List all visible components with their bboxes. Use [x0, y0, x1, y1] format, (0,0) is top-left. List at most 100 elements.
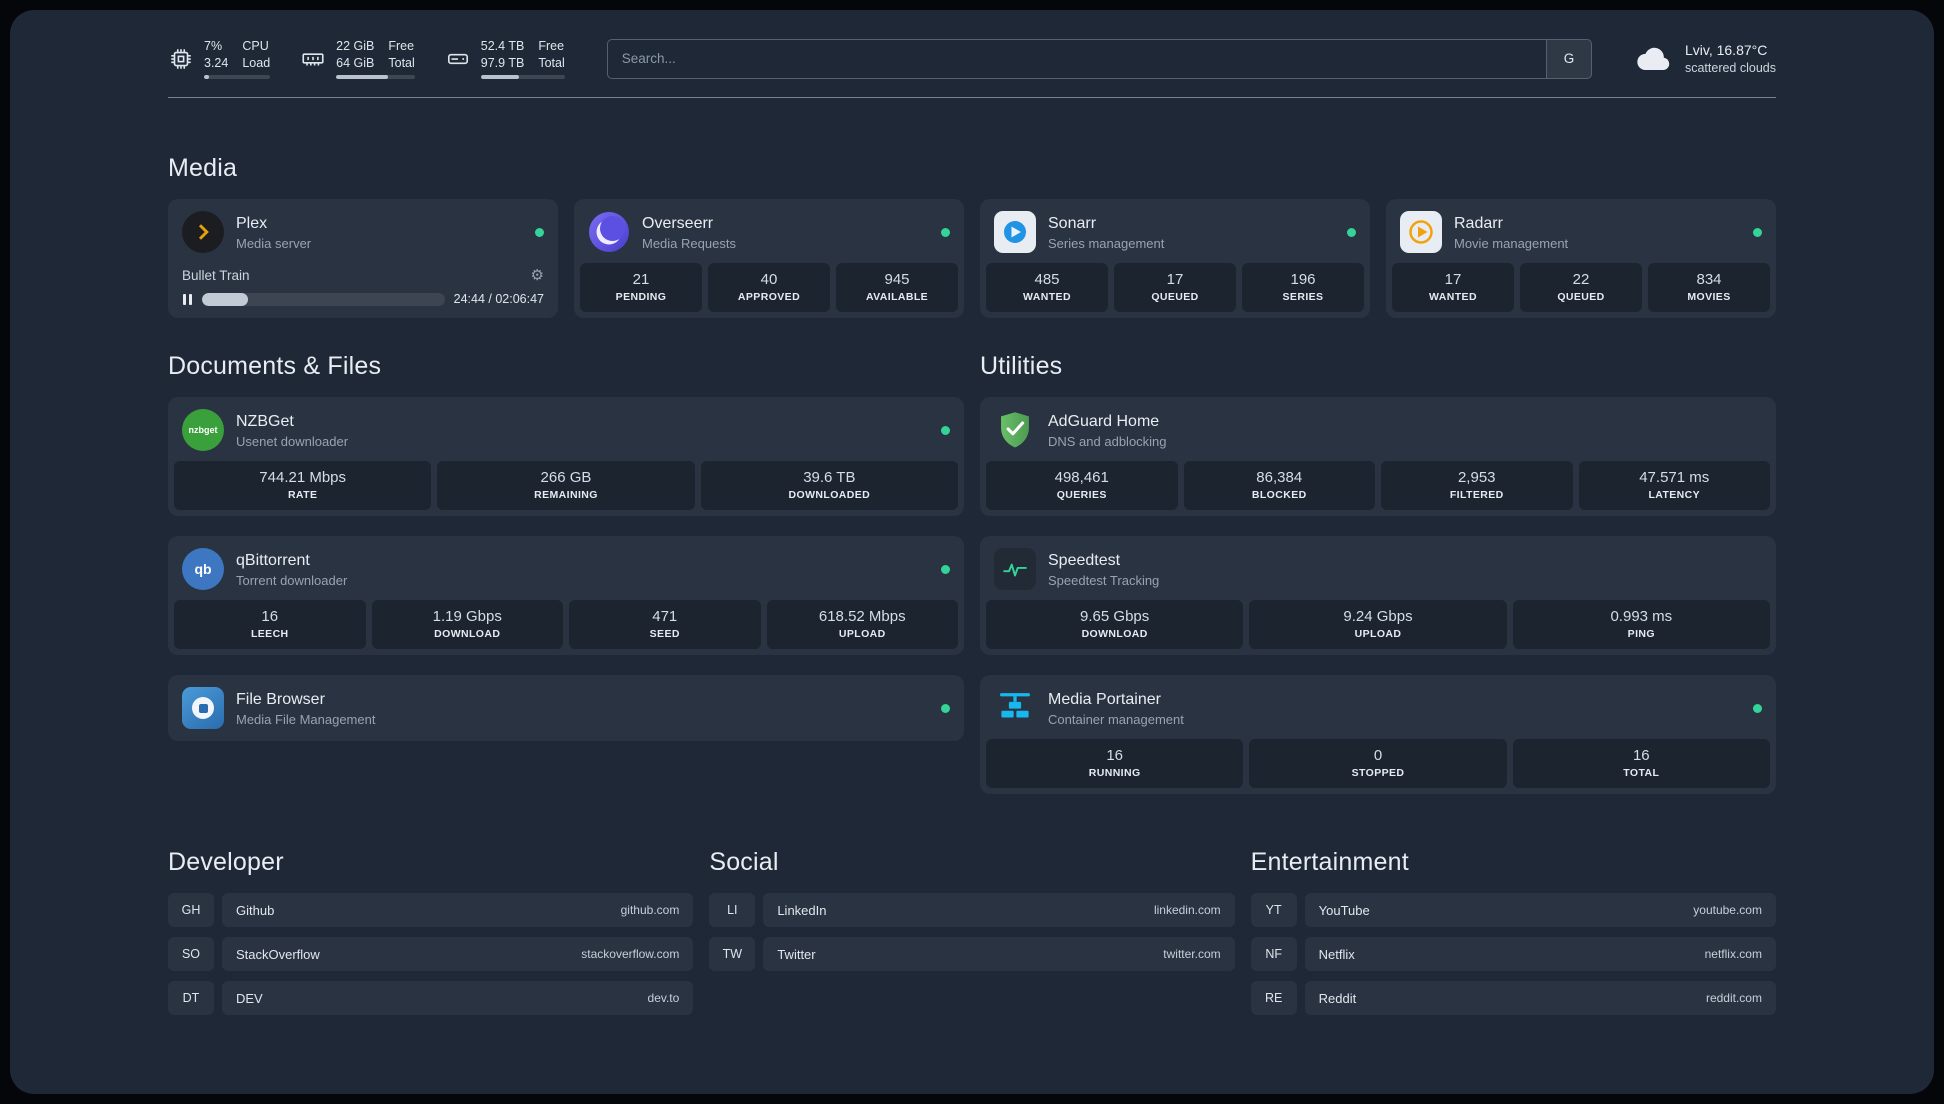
- topbar-divider: [168, 97, 1776, 98]
- stat-value: 945: [884, 271, 910, 288]
- bookmark-youtube[interactable]: YT YouTube youtube.com: [1250, 893, 1776, 927]
- stat-value: 485: [1034, 271, 1060, 288]
- memory-total-value: 64 GiB: [336, 55, 375, 70]
- bookmark-name: LinkedIn: [777, 902, 827, 918]
- stat-label: APPROVED: [737, 291, 801, 303]
- stat-tile: 9.24 Gbps UPLOAD: [1249, 600, 1507, 649]
- status-dot: [1753, 227, 1762, 237]
- stat-label: WANTED: [1429, 291, 1477, 303]
- disk-progress-fill: [480, 75, 520, 79]
- service-name: NZBGet: [236, 412, 294, 430]
- service-name: Media Portainer: [1048, 690, 1161, 708]
- stat-label: QUEUED: [1151, 291, 1199, 303]
- stat-label: UPLOAD: [1354, 628, 1402, 640]
- stat-value: 0: [1373, 747, 1383, 764]
- section-title-documents: Documents & Files: [168, 352, 382, 380]
- stat-tile: 86,384 BLOCKED: [1183, 461, 1375, 510]
- playback-time: 24:44 / 02:06:47: [453, 292, 544, 306]
- stat-label: PENDING: [615, 291, 667, 303]
- stat-value: 9.65 Gbps: [1080, 608, 1150, 625]
- stat-tile: 21 PENDING: [580, 263, 702, 312]
- service-link-overseerr[interactable]: Overseerr Media Requests: [574, 199, 964, 263]
- service-link-adguard[interactable]: AdGuard Home DNS and adblocking: [980, 397, 1776, 461]
- stat-label: AVAILABLE: [865, 291, 929, 303]
- section-title-media: Media: [168, 154, 238, 182]
- bookmark-twitter[interactable]: TW Twitter twitter.com: [709, 937, 1235, 971]
- bookmark-abbr: YT: [1250, 893, 1297, 927]
- service-link-filebrowser[interactable]: File Browser Media File Management: [168, 675, 964, 741]
- stat-tile: 17 WANTED: [1392, 263, 1514, 312]
- bookmark-linkedin[interactable]: LI LinkedIn linkedin.com: [709, 893, 1235, 927]
- bookmarks-developer: Developer GH Github github.com SO StackO…: [168, 848, 694, 1015]
- service-subtitle: Movie management: [1454, 235, 1569, 251]
- stat-value: 16: [1632, 747, 1650, 764]
- bookmark-abbr: TW: [709, 937, 756, 971]
- service-link-speedtest[interactable]: Speedtest Speedtest Tracking: [980, 536, 1776, 600]
- bookmark-name: Netflix: [1318, 946, 1355, 962]
- bookmark-domain: twitter.com: [1163, 947, 1221, 961]
- cpu-label: CPU: [242, 39, 269, 53]
- bookmark-domain: youtube.com: [1693, 903, 1762, 917]
- gear-icon[interactable]: ⚙: [531, 268, 544, 283]
- speedtest-icon: [994, 548, 1036, 590]
- bookmark-pill: Github github.com: [222, 893, 694, 927]
- service-subtitle: Media Requests: [642, 235, 736, 251]
- media-grid: Plex Media server Bullet Train ⚙ 24:44 /…: [168, 199, 1776, 318]
- disk-icon: [447, 53, 468, 64]
- bookmark-stackoverflow[interactable]: SO StackOverflow stackoverflow.com: [168, 937, 694, 971]
- service-link-qbittorrent[interactable]: qb qBittorrent Torrent downloader: [168, 536, 964, 600]
- resource-widgets: 7% 3.24 CPU Load 22 GiB 64 GiB Free Tota…: [168, 38, 565, 79]
- search-provider-button[interactable]: G: [1545, 39, 1591, 78]
- service-card-nzbget: nzbget NZBGet Usenet downloader 744.21 M…: [168, 397, 964, 516]
- service-link-portainer[interactable]: Media Portainer Container management: [980, 675, 1776, 739]
- playback-progress-bar: [201, 292, 445, 306]
- bookmark-reddit[interactable]: RE Reddit reddit.com: [1250, 981, 1776, 1015]
- bookmark-github[interactable]: GH Github github.com: [168, 893, 694, 927]
- service-subtitle: Container management: [1048, 711, 1184, 727]
- cpu-widget: 7% 3.24 CPU Load: [168, 38, 271, 79]
- stat-label: LATENCY: [1648, 489, 1701, 501]
- portainer-icon: [994, 687, 1036, 729]
- service-subtitle: Media server: [236, 235, 312, 251]
- service-subtitle: Torrent downloader: [236, 572, 348, 588]
- service-card-overseerr: Overseerr Media Requests 21 PENDING 40 A…: [574, 199, 964, 318]
- cpu-usage-value: 7%: [204, 39, 223, 53]
- cpu-progress-bar: [204, 75, 271, 79]
- search-input[interactable]: [607, 39, 1546, 78]
- stat-tile: 16 TOTAL: [1512, 739, 1770, 788]
- bookmark-netflix[interactable]: NF Netflix netflix.com: [1250, 937, 1776, 971]
- disk-widget: 52.4 TB 97.9 TB Free Total: [445, 38, 565, 79]
- memory-progress-bar: [336, 75, 415, 79]
- service-link-radarr[interactable]: Radarr Movie management: [1386, 199, 1776, 263]
- status-dot: [1347, 227, 1356, 237]
- service-link-nzbget[interactable]: nzbget NZBGet Usenet downloader: [168, 397, 964, 461]
- service-name: Speedtest: [1048, 551, 1121, 569]
- service-link-plex[interactable]: Plex Media server: [168, 199, 558, 263]
- memory-free-label: Free: [388, 39, 415, 53]
- pause-button[interactable]: [182, 293, 193, 306]
- stat-tile: 945 AVAILABLE: [836, 263, 958, 312]
- stat-label: TOTAL: [1623, 767, 1660, 779]
- stat-value: 618.52 Mbps: [818, 608, 906, 625]
- stat-label: RUNNING: [1088, 767, 1141, 779]
- stat-tile: 16 RUNNING: [986, 739, 1244, 788]
- bookmark-abbr: DT: [168, 981, 214, 1015]
- utilities-column: Utilities AdGuard Home DNS and adblockin…: [980, 352, 1776, 794]
- service-card-sonarr: Sonarr Series management 485 WANTED 17 Q…: [980, 199, 1370, 318]
- stat-tile: 498,461 QUERIES: [986, 461, 1178, 510]
- cpu-load-value: 3.24: [204, 55, 229, 70]
- disk-free-value: 52.4 TB: [480, 39, 525, 53]
- stat-value: 834: [1696, 271, 1722, 288]
- top-bar: 7% 3.24 CPU Load 22 GiB 64 GiB Free Tota…: [168, 38, 1776, 79]
- weather-widget: Lviv, 16.87°C scattered clouds: [1634, 41, 1776, 77]
- service-subtitle: Speedtest Tracking: [1048, 572, 1160, 588]
- bookmark-name: Github: [236, 902, 275, 918]
- weather-condition: scattered clouds: [1684, 60, 1776, 75]
- bookmark-dev[interactable]: DT DEV dev.to: [168, 981, 694, 1015]
- plex-icon: [182, 211, 224, 253]
- stat-label: SERIES: [1282, 291, 1324, 303]
- service-link-sonarr[interactable]: Sonarr Series management: [980, 199, 1370, 263]
- stat-value: 16: [261, 608, 279, 625]
- bookmark-name: Twitter: [777, 946, 816, 962]
- stat-tile: 47.571 ms LATENCY: [1578, 461, 1770, 510]
